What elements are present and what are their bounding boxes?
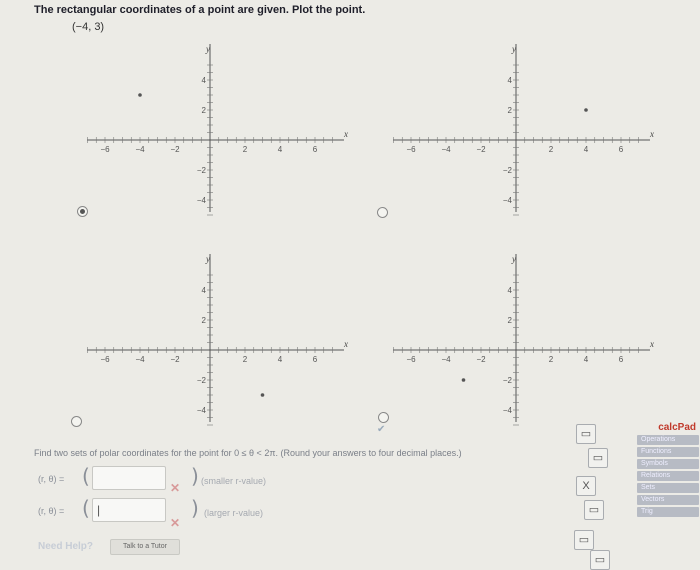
x-tick-label: −2 <box>170 355 180 364</box>
plotted-point <box>461 378 466 382</box>
calcpad-relations[interactable]: Relations <box>637 471 699 481</box>
radio-option-b[interactable] <box>377 207 388 218</box>
y-tick-label: 4 <box>508 286 513 295</box>
coordinate-plane: −6 −4 −2 2 4 6 4 2 −2 −4 x y <box>393 254 654 426</box>
x-axis-label: x <box>343 129 348 139</box>
open-paren-2: ( <box>82 496 90 520</box>
calcpad-title: calcPad <box>658 422 696 433</box>
x-tick-label: −2 <box>476 145 486 154</box>
x-tick-label: 6 <box>313 355 318 364</box>
y-tick-label: −4 <box>503 406 513 415</box>
y-tick-label: −2 <box>503 376 513 385</box>
given-point: (−4, 3) <box>72 21 105 33</box>
x-tick-label: −6 <box>406 355 416 364</box>
y-axis-label: y <box>205 254 210 264</box>
x-tick-label: −4 <box>135 145 145 154</box>
need-help-label: Need Help? <box>38 541 94 552</box>
incorrect-icon: ✕ <box>170 481 181 495</box>
y-axis-label: y <box>511 44 516 54</box>
eq-label-1: (r, θ) = <box>38 474 65 484</box>
y-tick-label: 4 <box>202 76 207 85</box>
x-tick-label: −4 <box>441 355 451 364</box>
radio-option-d[interactable] <box>378 412 389 423</box>
plotted-point <box>584 108 588 112</box>
plot-option-a: −6 −4 −2 2 4 6 4 2 −2 −4 x y <box>82 40 352 216</box>
y-tick-label: 2 <box>202 316 207 325</box>
y-tick-label: −2 <box>197 376 207 385</box>
x-tick-label: 4 <box>278 145 283 154</box>
y-tick-label: −2 <box>503 166 513 175</box>
coordinate-plane: −6 −4 −2 2 4 6 4 2 −2 −4 x y <box>87 44 348 216</box>
x-axis-label: x <box>649 129 654 139</box>
y-tick-label: 2 <box>508 106 513 115</box>
polar-instruction: Find two sets of polar coordinates for t… <box>34 448 462 458</box>
fraction-key[interactable]: ▭ <box>576 424 596 444</box>
calcpad-vectors[interactable]: Vectors <box>637 495 699 505</box>
x-tick-label: 6 <box>619 145 624 154</box>
y-tick-label: −4 <box>503 196 513 205</box>
x-axis-label: x <box>649 339 654 349</box>
eq-label-2: (r, θ) = <box>38 506 65 516</box>
x-tick-label: −2 <box>476 355 486 364</box>
clear-key[interactable]: X <box>576 476 596 496</box>
y-tick-label: 4 <box>508 76 513 85</box>
close-paren-1: ) <box>191 464 199 488</box>
x-tick-label: 4 <box>278 355 283 364</box>
plotted-point <box>138 93 142 97</box>
keypad: ▭ ▭ X ▭ ▭ ▭ <box>572 420 632 570</box>
y-tick-label: −4 <box>197 406 207 415</box>
y-tick-label: −2 <box>197 166 207 175</box>
calcpad-sets[interactable]: Sets <box>637 483 699 493</box>
x-axis-label: x <box>343 339 348 349</box>
calcpad-panel: calcPad Operations Functions Symbols Rel… <box>633 420 700 563</box>
hint-larger: (larger r-value) <box>204 508 264 518</box>
close-paren-2: ) <box>191 496 199 520</box>
subscript-key[interactable]: ▭ <box>584 500 604 520</box>
sqrt-key[interactable]: ▭ <box>590 550 610 570</box>
x-tick-label: −6 <box>100 145 110 154</box>
x-tick-label: 4 <box>584 355 589 364</box>
x-tick-label: −2 <box>170 145 180 154</box>
open-paren-1: ( <box>82 464 90 488</box>
calcpad-trig[interactable]: Trig <box>637 507 699 517</box>
plot-option-b: −6 −4 −2 2 4 6 4 2 −2 −4 x y <box>388 40 658 216</box>
y-tick-label: −4 <box>197 196 207 205</box>
x-tick-label: 6 <box>619 355 624 364</box>
y-axis-label: y <box>205 44 210 54</box>
y-tick-label: 2 <box>202 106 207 115</box>
x-tick-label: −4 <box>441 145 451 154</box>
question-text: The rectangular coordinates of a point a… <box>34 4 366 16</box>
coordinate-plane: −6 −4 −2 2 4 6 4 2 −2 −4 x y <box>87 254 348 426</box>
calcpad-operations[interactable]: Operations <box>637 435 699 445</box>
x-tick-label: −6 <box>100 355 110 364</box>
coordinate-plane: −6 −4 −2 2 4 6 4 2 −2 −4 x y <box>393 44 654 216</box>
y-axis-label: y <box>511 254 516 264</box>
calcpad-functions[interactable]: Functions <box>637 447 699 457</box>
plot-option-d: −6 −4 −2 2 4 6 4 2 −2 −4 x y <box>388 250 658 426</box>
incorrect-icon: ✕ <box>170 516 181 530</box>
x-tick-label: −4 <box>135 355 145 364</box>
plotted-point <box>260 393 265 397</box>
calcpad-symbols[interactable]: Symbols <box>637 459 699 469</box>
x-tick-label: 2 <box>243 145 248 154</box>
polar-input-1[interactable] <box>92 466 166 490</box>
check-icon: ✔ <box>377 424 386 435</box>
x-tick-label: −6 <box>406 145 416 154</box>
hint-smaller: (smaller r-value) <box>201 476 267 486</box>
x-tick-label: 6 <box>313 145 318 154</box>
y-tick-label: 4 <box>202 286 207 295</box>
power-key[interactable]: ▭ <box>574 530 594 550</box>
polar-input-2[interactable]: | <box>92 498 166 522</box>
y-tick-label: 2 <box>508 316 513 325</box>
x-tick-label: 4 <box>584 145 589 154</box>
talk-to-tutor-button[interactable]: Talk to a Tutor <box>110 539 180 555</box>
radio-option-a[interactable] <box>77 206 88 217</box>
x-tick-label: 2 <box>243 355 248 364</box>
x-tick-label: 2 <box>549 355 554 364</box>
mixed-fraction-key[interactable]: ▭ <box>588 448 608 468</box>
x-tick-label: 2 <box>549 145 554 154</box>
radio-option-c[interactable] <box>71 416 82 427</box>
plot-option-c: −6 −4 −2 2 4 6 4 2 −2 −4 x y <box>82 250 352 426</box>
